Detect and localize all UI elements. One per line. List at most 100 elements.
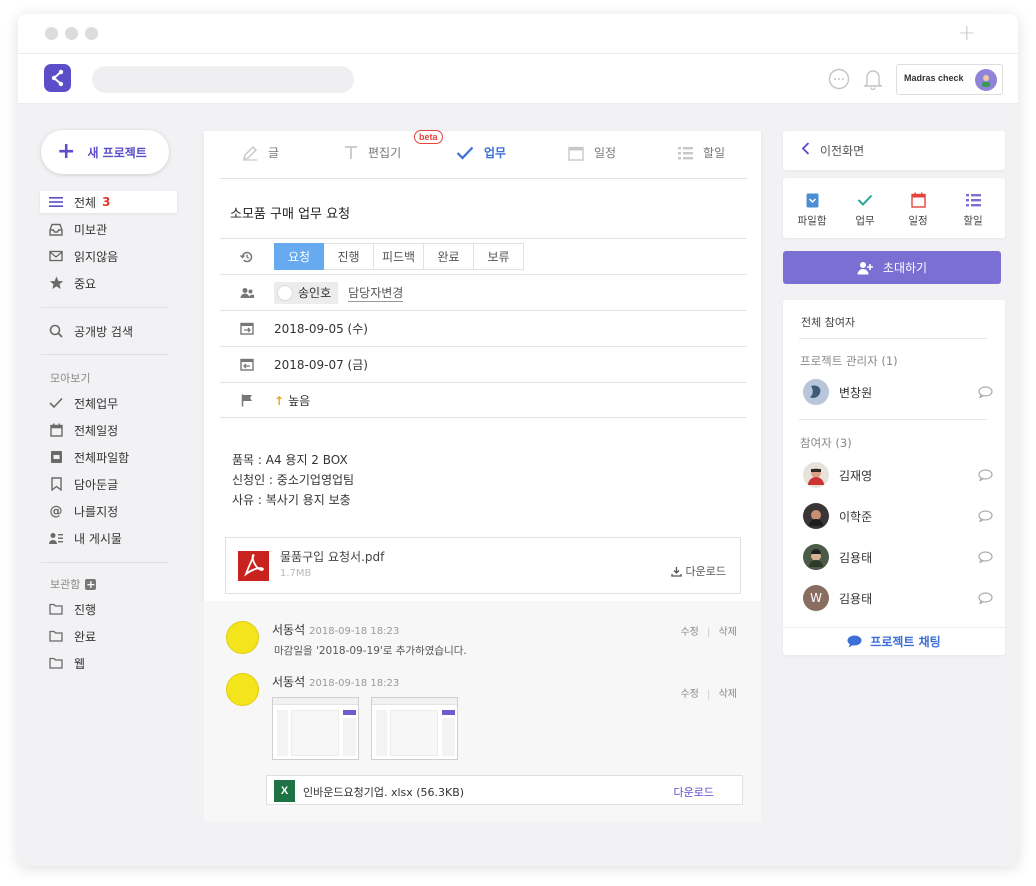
new-project-label: 새 프로젝트 (87, 145, 147, 160)
member-item[interactable]: 김용태 (803, 543, 993, 571)
quick-label: 일정 (908, 215, 928, 227)
sidebar-item-all[interactable]: 전체 3 (40, 191, 177, 213)
chevron-left-icon (801, 142, 810, 159)
back-label: 이전화면 (820, 144, 865, 158)
project-chat-button[interactable]: 프로젝트 채팅 (783, 627, 1005, 655)
bell-icon[interactable] (863, 68, 883, 93)
flag-icon (220, 394, 274, 407)
tab-todo[interactable]: 할일 (678, 144, 725, 161)
window-maximize-dot[interactable] (85, 27, 98, 40)
sidebar-item-label: 공개방 검색 (74, 324, 134, 339)
sidebar-item-all-schedules[interactable]: 전체일정 (40, 419, 177, 441)
quick-todo[interactable]: 할일 (948, 191, 998, 228)
profile-menu[interactable]: Madras check (896, 64, 1003, 95)
chat-bubble-icon[interactable] (978, 510, 993, 522)
priority-value[interactable]: ↑ 높음 (274, 392, 310, 409)
app-logo-icon[interactable] (44, 64, 71, 92)
status-hold-button[interactable]: 보류 (474, 243, 524, 270)
sidebar-item-label: 전체일정 (74, 423, 119, 438)
sidebar-item-public-search[interactable]: 공개방 검색 (40, 320, 177, 342)
member-item[interactable]: W 김용태 (803, 584, 993, 612)
change-assignee-link[interactable]: 담당자변경 (348, 284, 404, 302)
comment-edit-button[interactable]: 수정 (680, 689, 698, 700)
start-date-value[interactable]: 2018-09-05 (수) (274, 320, 368, 337)
sidebar-item-bookmarks[interactable]: 담아둔글 (40, 473, 177, 495)
sidebar-item-all-files[interactable]: 전체파일함 (40, 446, 177, 468)
image-thumbnail[interactable] (371, 697, 458, 760)
image-thumbnail[interactable] (272, 697, 359, 760)
task-body-line: 신청인 : 중소기업영업팀 (232, 473, 355, 487)
download-button[interactable]: 다운로드 (670, 563, 726, 579)
xlsx-download-button[interactable]: 다운로드 (674, 784, 714, 800)
search-input[interactable] (92, 66, 354, 93)
attachment-name: 물품구입 요청서.pdf (280, 550, 385, 564)
chat-bubble-icon[interactable] (978, 469, 993, 481)
sidebar-item-label: 완료 (74, 629, 97, 644)
divider (41, 562, 168, 563)
new-project-button[interactable]: + 새 프로젝트 (41, 130, 169, 174)
tab-task[interactable]: 업무 (456, 144, 506, 161)
sidebar-item-label: 읽지않음 (74, 249, 119, 264)
folder-icon (48, 601, 64, 617)
pdf-attachment[interactable]: 물품구입 요청서.pdf 1.7MB 다운로드 (225, 537, 741, 594)
tab-schedule[interactable]: 일정 (568, 144, 616, 161)
sidebar-item-all-tasks[interactable]: 전체업무 (40, 392, 177, 414)
status-history-icon (220, 250, 274, 264)
new-tab-button[interactable]: + (958, 21, 976, 46)
list-icon (948, 191, 998, 209)
chat-icon[interactable] (828, 68, 850, 93)
user-post-icon (48, 530, 64, 546)
status-requested-button[interactable]: 요청 (274, 243, 324, 270)
sidebar-item-unread[interactable]: 읽지않음 (40, 245, 177, 267)
assignee-icon (220, 287, 274, 299)
divider (41, 354, 168, 355)
status-feedback-button[interactable]: 피드백 (374, 243, 424, 270)
comment-edit-button[interactable]: 수정 (680, 627, 698, 638)
quick-schedule[interactable]: 일정 (893, 191, 943, 228)
chat-bubble-icon[interactable] (978, 386, 993, 398)
member-item[interactable]: 이학준 (803, 502, 993, 530)
comment-avatar[interactable] (226, 621, 259, 654)
add-folder-icon[interactable]: + (85, 578, 97, 590)
member-item[interactable]: 김재영 (803, 461, 993, 489)
beta-badge: beta (414, 130, 443, 144)
start-date-icon (220, 322, 274, 335)
sidebar-item-important[interactable]: 중요 (40, 272, 177, 294)
user-avatar (975, 69, 997, 91)
chat-bubble-icon[interactable] (978, 592, 993, 604)
sidebar-folder-done[interactable]: 완료 (40, 625, 177, 647)
status-in-progress-button[interactable]: 진행 (324, 243, 374, 270)
priority-label: 높음 (288, 393, 311, 408)
window-minimize-dot[interactable] (65, 27, 78, 40)
back-button[interactable]: 이전화면 (783, 131, 1005, 170)
tab-post[interactable]: 글 (242, 144, 279, 161)
invite-button[interactable]: 초대하기 (783, 251, 1001, 284)
quick-file-box[interactable]: 파일함 (787, 191, 837, 228)
sidebar-folder-web[interactable]: 웹 (40, 652, 177, 674)
sidebar-item-mentions[interactable]: @ 나를지정 (40, 500, 177, 522)
app-window: + Madras check + 새 프로젝트 전체 3 미보관 읽지않음 중요… (18, 14, 1018, 866)
sidebar-item-my-posts[interactable]: 내 게시물 (40, 527, 177, 549)
comment-text: 마감일을 '2018-09-19'로 추가하였습니다. (274, 645, 467, 657)
end-date-value[interactable]: 2018-09-07 (금) (274, 356, 368, 373)
member-item[interactable]: 변창원 (803, 378, 993, 406)
pdf-file-icon (238, 551, 269, 581)
excel-file-icon: X (274, 780, 295, 802)
file-box-icon (787, 191, 837, 209)
quick-label: 파일함 (797, 215, 827, 227)
comment-delete-button[interactable]: 삭제 (719, 689, 737, 700)
assignee-chip[interactable]: 송인호 (274, 281, 339, 304)
unread-count-badge: 3 (102, 195, 111, 209)
comment-avatar[interactable] (226, 673, 259, 706)
window-close-dot[interactable] (45, 27, 58, 40)
tab-editor[interactable]: 편집기 (344, 144, 401, 161)
sidebar-folder-progress[interactable]: 진행 (40, 598, 177, 620)
comment-author: 서동석 (272, 623, 306, 637)
quick-task[interactable]: 업무 (840, 191, 890, 228)
chat-bubble-icon[interactable] (978, 551, 993, 563)
xlsx-attachment[interactable]: X 인바운드요청기업. xlsx (56.3KB) 다운로드 (266, 775, 743, 805)
comment-delete-button[interactable]: 삭제 (719, 627, 737, 638)
sidebar-item-unarchived[interactable]: 미보관 (40, 218, 177, 240)
end-date-row: 2018-09-07 (금) (220, 346, 747, 382)
status-complete-button[interactable]: 완료 (424, 243, 474, 270)
